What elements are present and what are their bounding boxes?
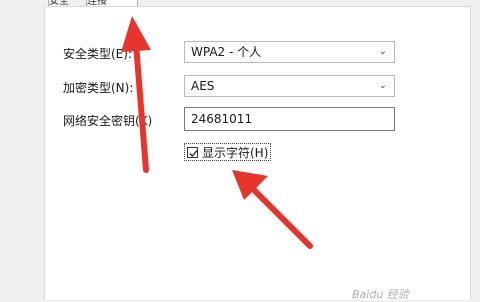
- arrow-to-checkbox: [232, 170, 313, 249]
- annotation-arrows: [121, 16, 313, 249]
- arrow-to-tab: [121, 16, 151, 173]
